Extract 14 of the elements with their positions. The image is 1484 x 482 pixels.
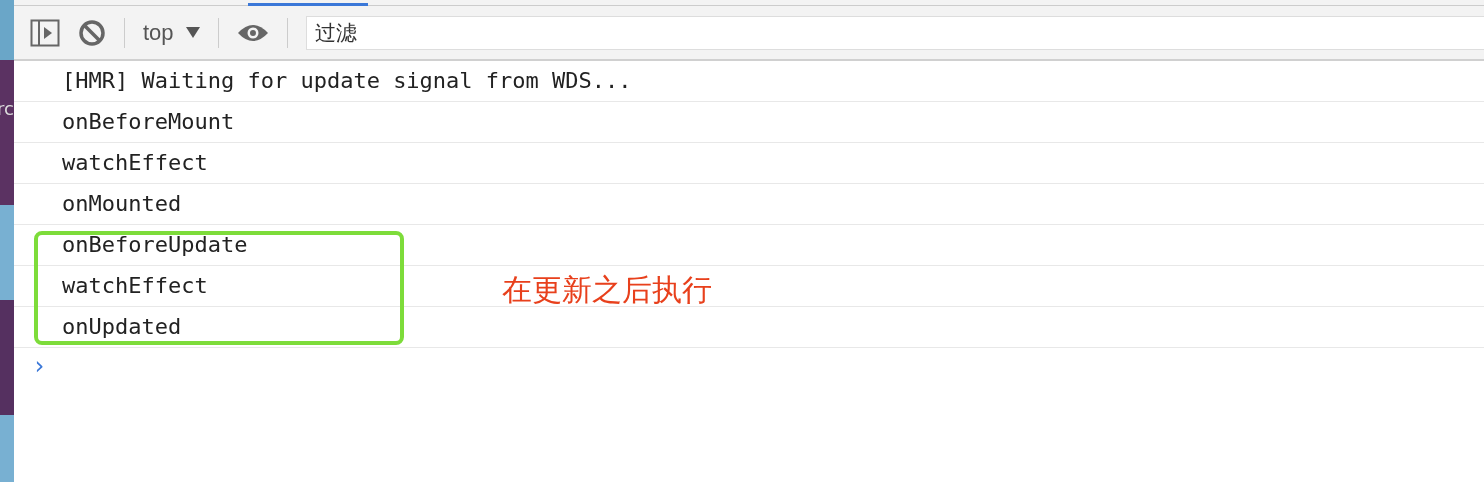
context-dropdown[interactable]: top <box>143 19 200 46</box>
console-message: onBeforeUpdate <box>14 225 1484 266</box>
eye-icon[interactable] <box>236 22 269 43</box>
annotation-text: 在更新之后执行 <box>502 271 712 309</box>
sidebar-toggle-icon[interactable] <box>30 18 60 47</box>
filter-field[interactable]: 过滤 <box>305 15 1484 50</box>
console-message: onUpdated <box>14 307 1484 348</box>
caret-icon <box>185 27 200 38</box>
prompt-icon[interactable]: › <box>32 352 47 380</box>
clear-console-icon[interactable] <box>78 18 106 47</box>
console-message: watchEffect <box>14 143 1484 184</box>
console-message: onBeforeMount <box>14 102 1484 143</box>
console-message: [HMR] Waiting for update signal from WDS... <box>14 61 1484 102</box>
console-message: onMounted <box>14 184 1484 225</box>
